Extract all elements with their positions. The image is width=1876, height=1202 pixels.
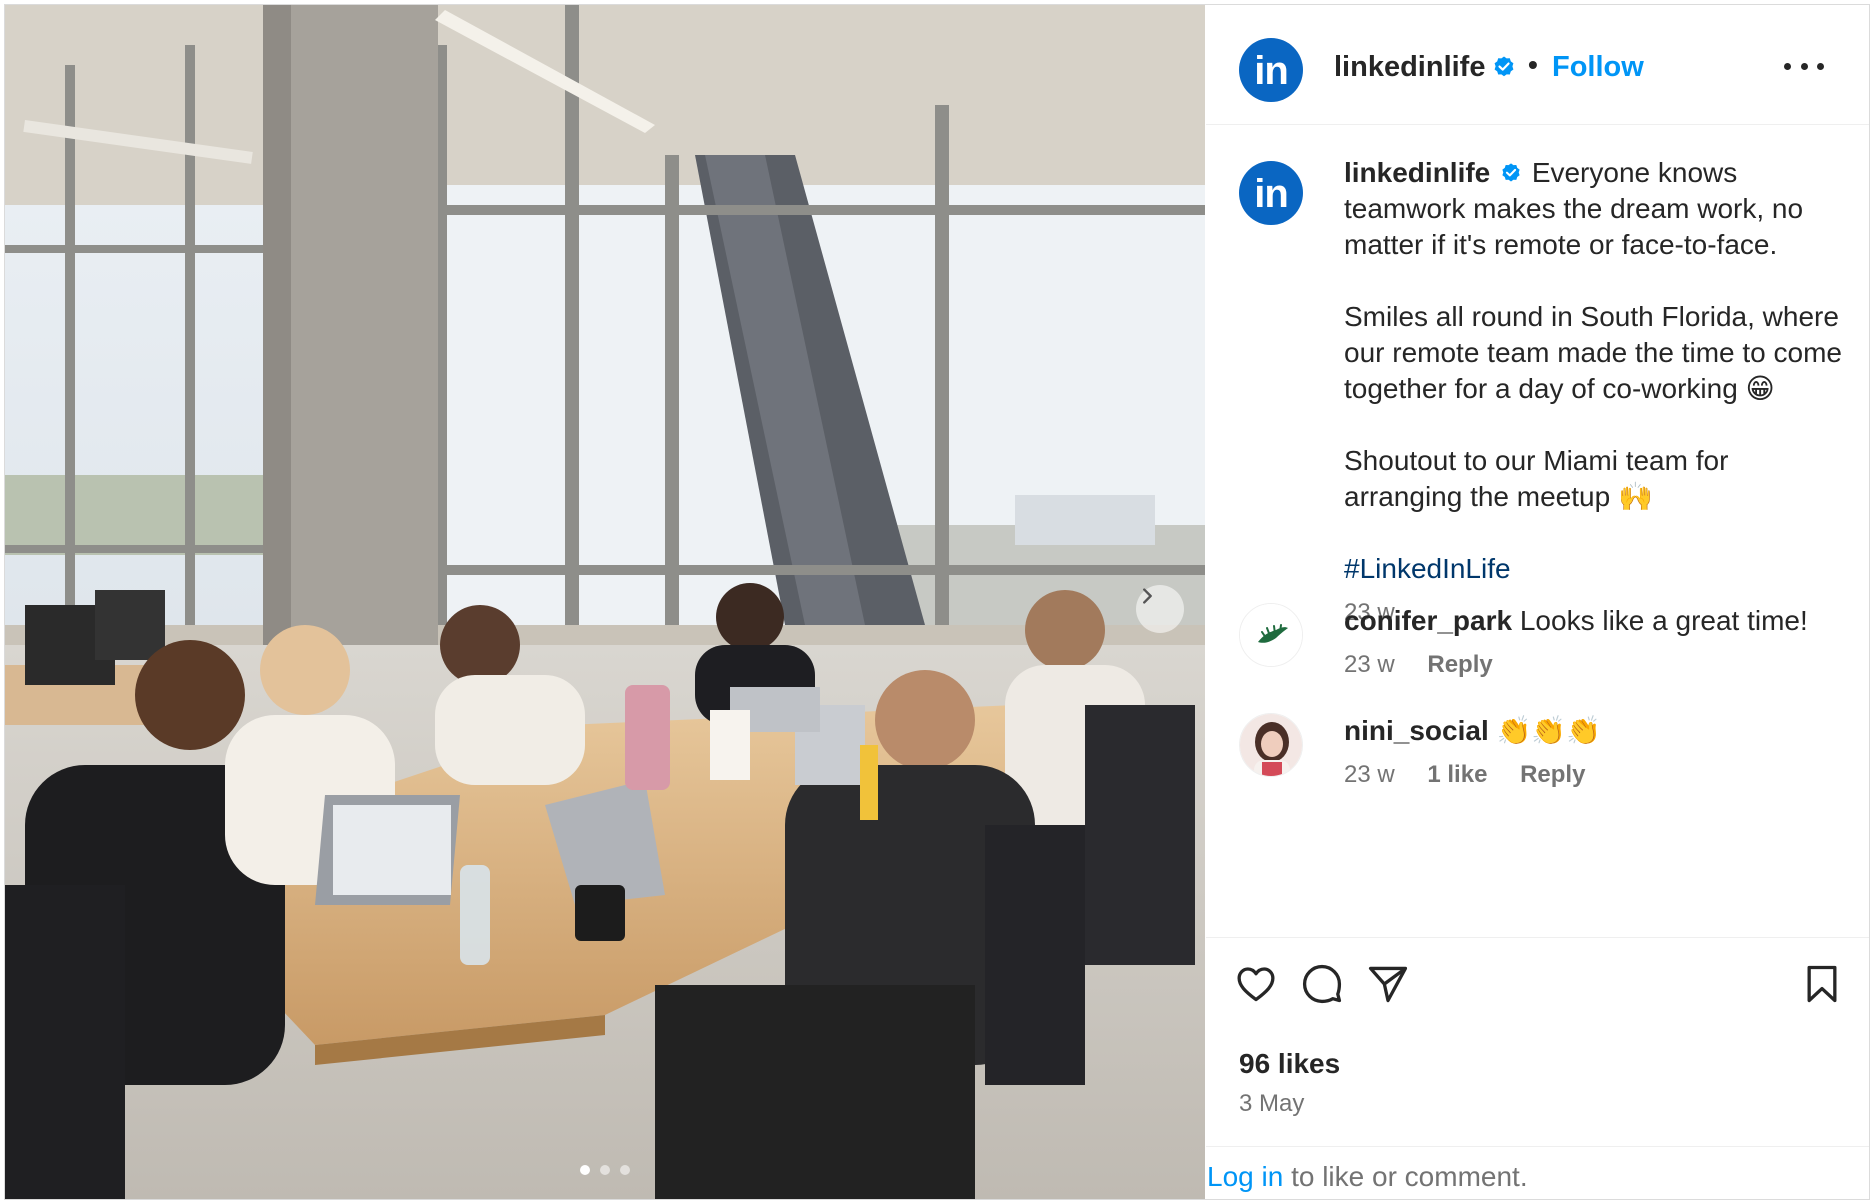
comment-author[interactable]: conifer_park xyxy=(1344,605,1512,636)
carousel-indicator xyxy=(580,1165,630,1175)
conifer-logo-icon xyxy=(1240,604,1302,666)
verified-icon xyxy=(1502,162,1520,182)
reply-button[interactable]: Reply xyxy=(1427,651,1492,678)
comment-author[interactable]: nini_social xyxy=(1344,715,1489,746)
carousel-dot-1 xyxy=(580,1165,590,1175)
likes-count[interactable]: 96 likes xyxy=(1239,1048,1340,1080)
login-link[interactable]: Log in xyxy=(1207,1161,1283,1192)
carousel-next-button[interactable] xyxy=(1136,585,1184,633)
caption-body: linkedinlife Everyone knows teamwork mak… xyxy=(1344,155,1844,631)
linkedin-logo-text: in xyxy=(1254,172,1289,216)
follow-button[interactable]: Follow xyxy=(1552,51,1644,84)
comment-time[interactable]: 23 w xyxy=(1344,761,1395,788)
more-options-button[interactable] xyxy=(1784,51,1824,81)
login-suffix: to like or comment. xyxy=(1283,1161,1528,1192)
heart-icon[interactable] xyxy=(1234,962,1278,1006)
reply-button[interactable]: Reply xyxy=(1520,761,1585,788)
linkedin-logo-text: in xyxy=(1254,49,1289,93)
comment-time[interactable]: 23 w xyxy=(1344,651,1395,678)
comment-icon[interactable] xyxy=(1300,962,1344,1006)
post-photo[interactable] xyxy=(5,5,1205,1199)
more-icon xyxy=(1784,62,1791,70)
header-separator: • xyxy=(1528,49,1538,80)
post-date[interactable]: 3 May xyxy=(1239,1090,1304,1118)
office-team-photo xyxy=(5,5,1205,1199)
post-header: in linkedinlife • Follow xyxy=(1206,5,1869,125)
login-prompt: Log in to like or comment. xyxy=(1206,1146,1869,1199)
caption-hashtag[interactable]: #LinkedInLife xyxy=(1344,551,1844,587)
carousel-dot-3 xyxy=(620,1165,630,1175)
post-actions: 96 likes 3 May Log in to like or comment… xyxy=(1206,937,1869,1199)
user-photo-avatar xyxy=(1240,714,1302,776)
caption-author[interactable]: linkedinlife xyxy=(1344,157,1490,188)
author-username[interactable]: linkedinlife xyxy=(1334,51,1485,84)
carousel-dot-2 xyxy=(600,1165,610,1175)
caption-text-3: Shoutout to our Miami team for arranging… xyxy=(1344,445,1729,512)
share-icon[interactable] xyxy=(1366,962,1410,1006)
comment-text: Looks like a great time! xyxy=(1519,605,1808,636)
commenter-avatar[interactable] xyxy=(1239,603,1303,667)
commenter-avatar[interactable] xyxy=(1239,713,1303,777)
verified-icon xyxy=(1494,56,1514,77)
comment-text: 👏👏👏 xyxy=(1496,715,1602,746)
bookmark-icon[interactable] xyxy=(1800,962,1844,1006)
post-dialog: in linkedinlife • Follow in linkedinlife xyxy=(4,4,1870,1200)
post-side-panel: in linkedinlife • Follow in linkedinlife xyxy=(1206,5,1869,1199)
comment-likes[interactable]: 1 like xyxy=(1427,761,1487,788)
caption-author-avatar[interactable]: in xyxy=(1239,161,1303,225)
chevron-right-icon xyxy=(1143,588,1152,604)
caption-text-2: Smiles all round in South Florida, where… xyxy=(1344,301,1842,404)
author-avatar[interactable]: in xyxy=(1239,38,1303,102)
